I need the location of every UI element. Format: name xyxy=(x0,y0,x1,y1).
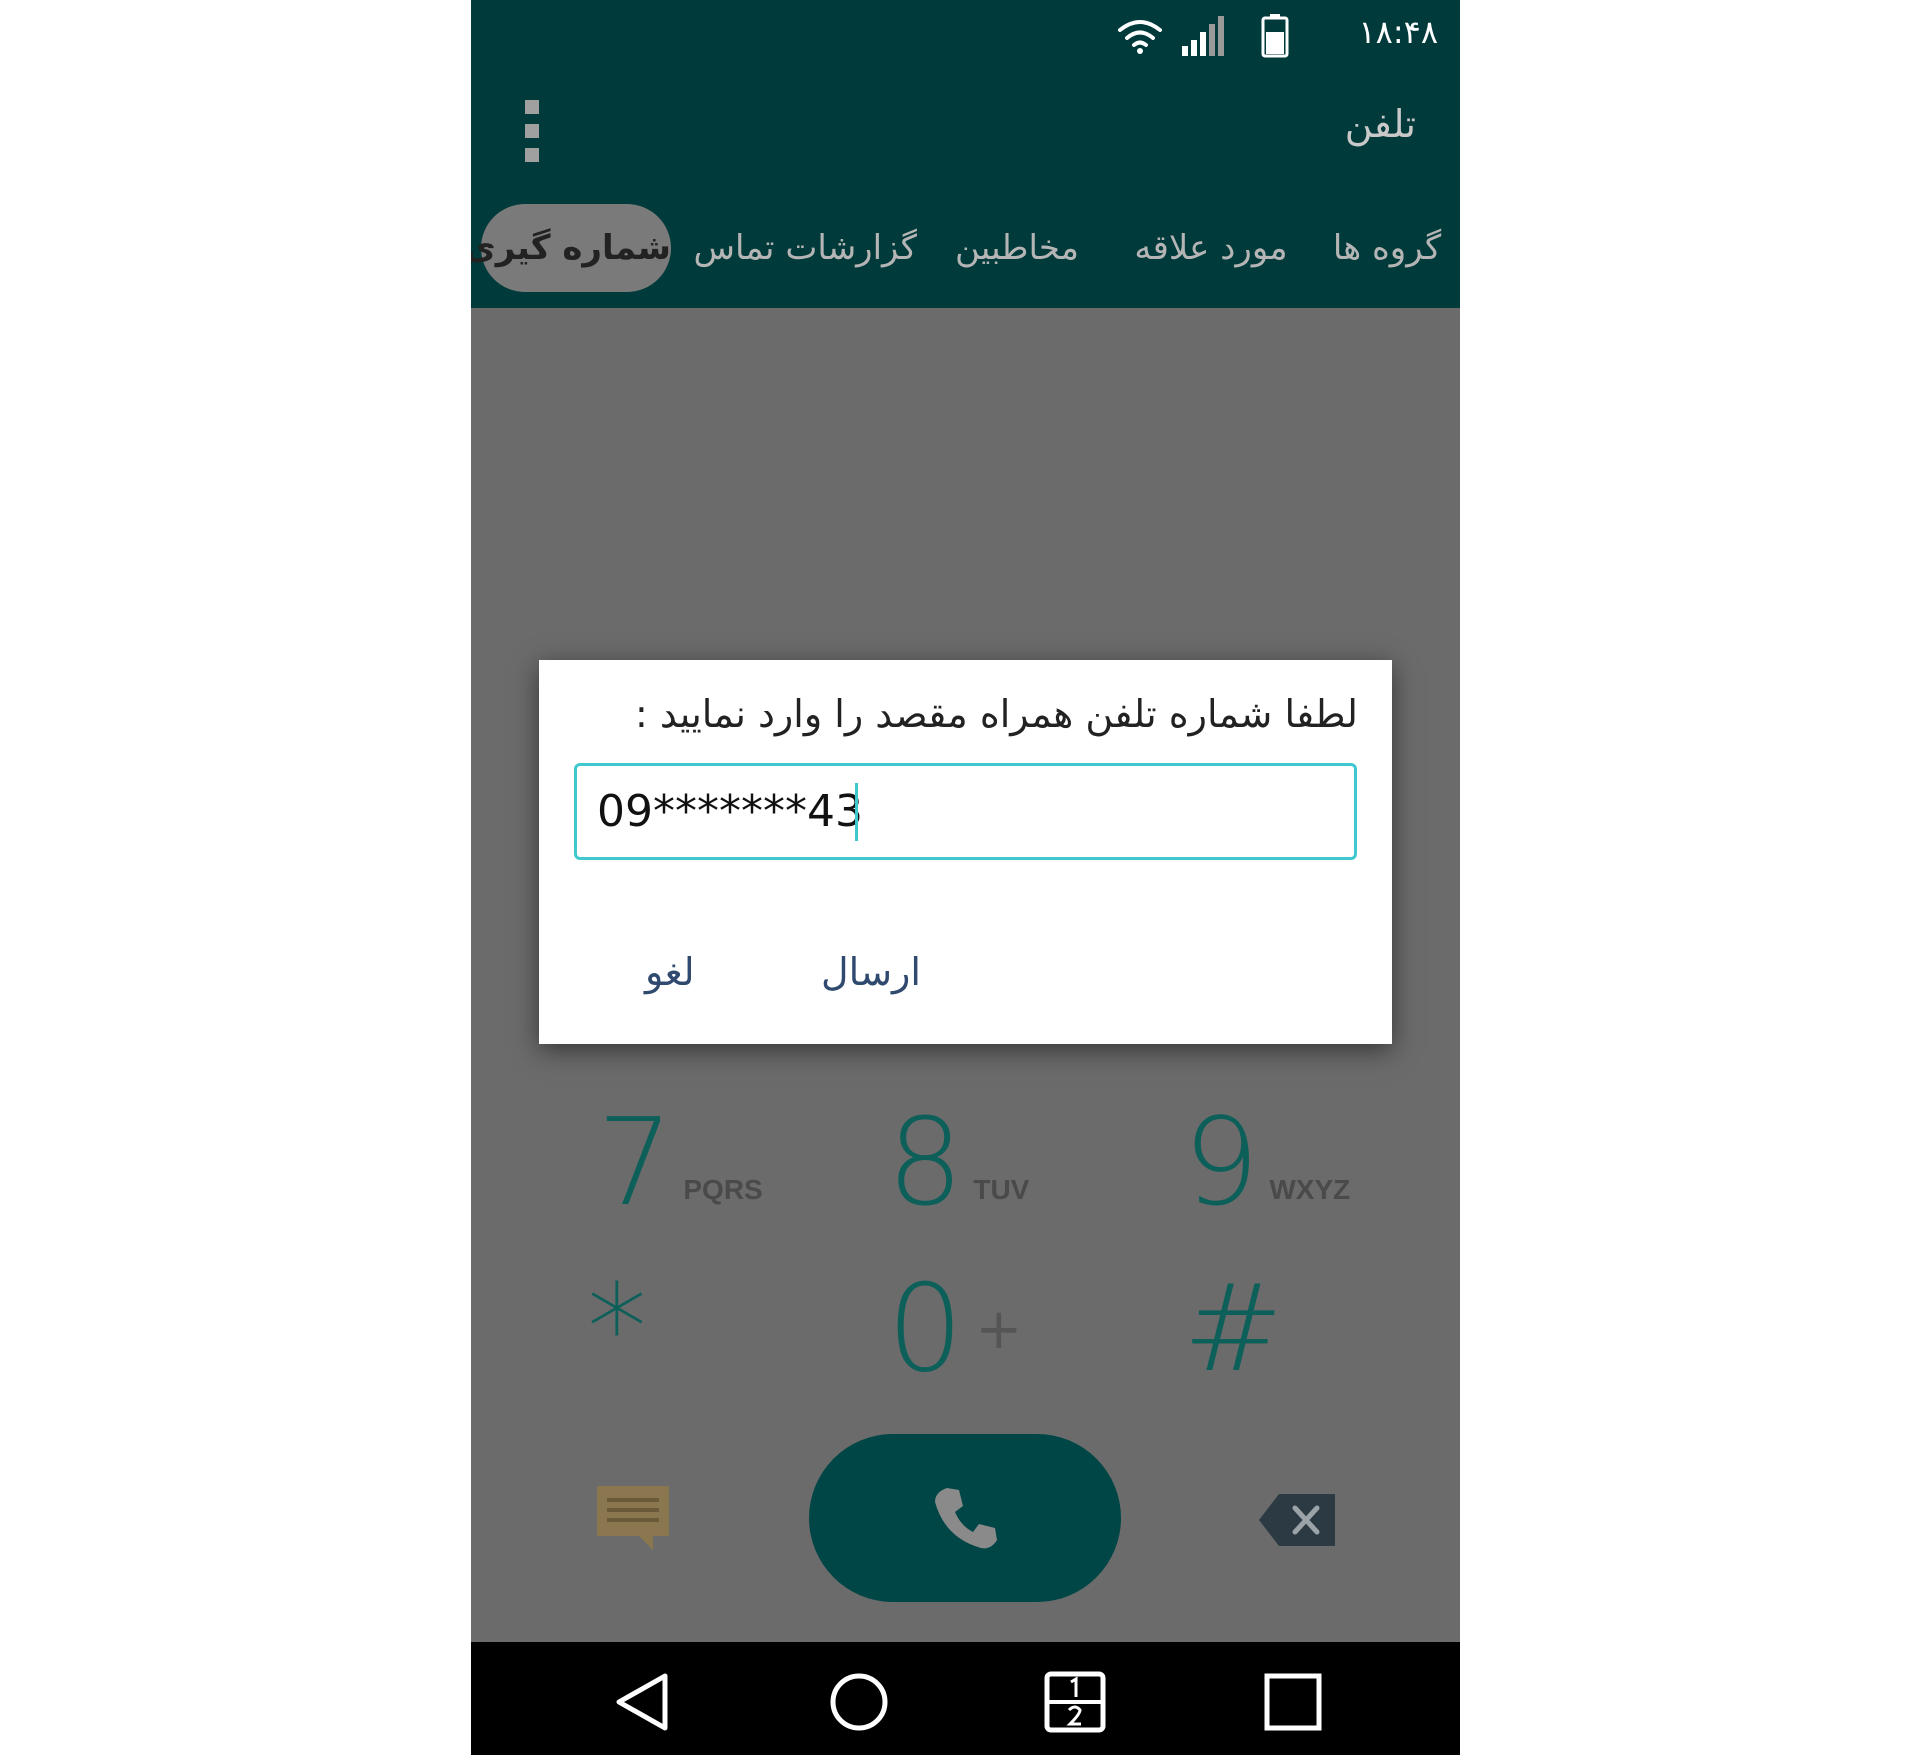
key-plus: + xyxy=(975,1297,1023,1362)
key-8[interactable]: 8 TUV xyxy=(887,1104,1029,1224)
status-bar: ۱۸:۴۸ xyxy=(471,0,1460,70)
app-bar: تلفن xyxy=(471,70,1460,190)
navigation-bar xyxy=(471,1642,1460,1755)
key-9[interactable]: 9 WXYZ xyxy=(1183,1104,1350,1224)
tab-groups[interactable]: گروه ها xyxy=(1327,204,1447,292)
signal-icon xyxy=(1182,16,1224,56)
tab-bar: گروه ها مورد علاقه مخاطبین گزارشات تماس … xyxy=(471,190,1460,308)
call-button[interactable] xyxy=(809,1434,1121,1602)
key-digit: 8 xyxy=(887,1094,964,1233)
key-digit: 9 xyxy=(1183,1094,1260,1233)
key-letters: WXYZ xyxy=(1269,1174,1351,1205)
status-time: ۱۸:۴۸ xyxy=(1358,13,1438,51)
status-icons xyxy=(1118,14,1289,58)
send-button[interactable]: ارسال xyxy=(821,950,921,994)
tab-dialer[interactable]: شماره گیری xyxy=(471,204,671,292)
key-digit: 7 xyxy=(597,1094,674,1233)
overflow-menu-icon[interactable] xyxy=(521,98,545,164)
key-0[interactable]: 0 + xyxy=(887,1270,1022,1390)
tab-contacts[interactable]: مخاطبین xyxy=(937,204,1097,292)
app-title: تلفن xyxy=(1344,102,1416,146)
phone-number-input[interactable] xyxy=(574,763,1357,860)
phone-number-dialog: لطفا شماره تلفن همراه مقصد را وارد نمایی… xyxy=(539,660,1392,1044)
text-cursor xyxy=(855,783,858,841)
key-digit: * xyxy=(587,1260,647,1399)
phone-icon xyxy=(935,1488,997,1549)
cancel-button[interactable]: لغو xyxy=(645,950,695,994)
dual-window-icon[interactable] xyxy=(1043,1670,1107,1734)
key-letters: TUV xyxy=(973,1174,1030,1205)
back-icon[interactable] xyxy=(611,1670,675,1734)
home-icon[interactable] xyxy=(827,1670,891,1734)
key-digit: 0 xyxy=(887,1260,964,1399)
dialog-title: لطفا شماره تلفن همراه مقصد را وارد نمایی… xyxy=(634,692,1358,736)
backspace-icon[interactable] xyxy=(1257,1492,1337,1548)
recent-apps-icon[interactable] xyxy=(1261,1670,1325,1734)
key-digit: # xyxy=(1183,1260,1284,1399)
key-star[interactable]: * xyxy=(587,1270,647,1390)
key-7[interactable]: 7 PQRS xyxy=(597,1104,763,1224)
message-icon[interactable] xyxy=(595,1484,671,1552)
wifi-icon xyxy=(1118,20,1162,54)
tab-call-logs[interactable]: گزارشات تماس xyxy=(694,204,917,292)
battery-icon xyxy=(1261,14,1289,58)
key-letters: PQRS xyxy=(683,1174,763,1205)
key-hash[interactable]: # xyxy=(1183,1270,1284,1390)
phone-screen: ۱۸:۴۸ تلفن گروه ها مورد علاقه مخاطبین گز… xyxy=(471,0,1460,1755)
tab-favorites[interactable]: مورد علاقه xyxy=(1121,204,1301,292)
